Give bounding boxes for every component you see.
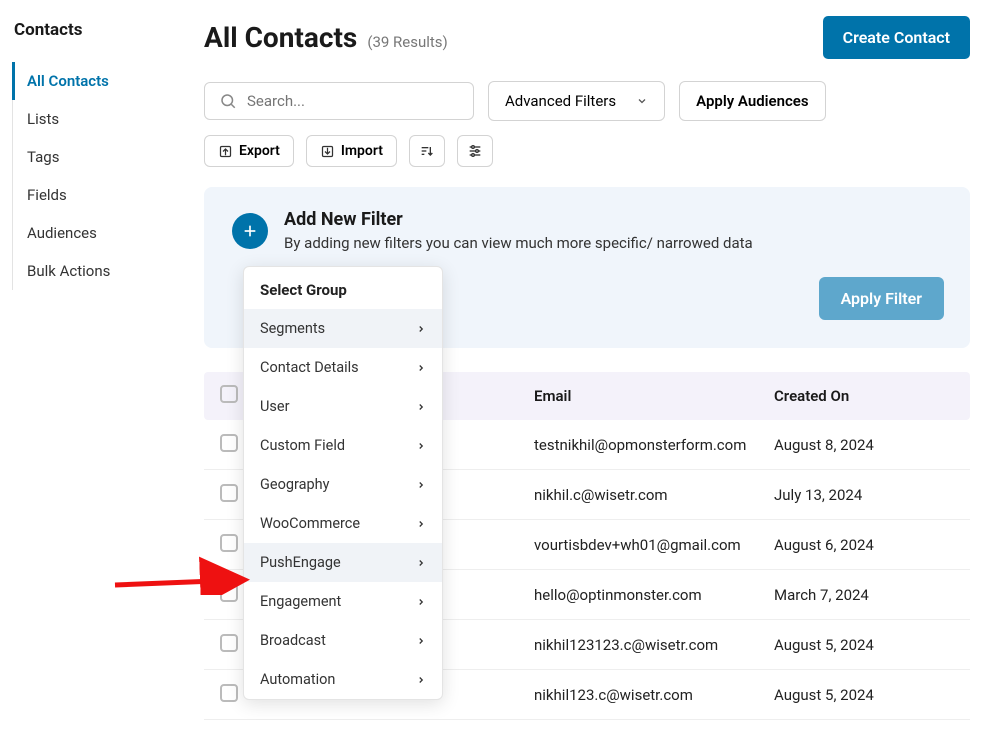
cell-created: August 5, 2024 — [774, 636, 954, 654]
export-icon — [218, 144, 233, 159]
filter-description: By adding new filters you can view much … — [284, 234, 753, 252]
row-checkbox[interactable] — [220, 684, 238, 702]
plus-icon — [242, 223, 258, 239]
dropdown-item-engagement[interactable]: Engagement — [244, 582, 442, 621]
sidebar-item-lists[interactable]: Lists — [13, 100, 180, 138]
row-checkbox[interactable] — [220, 584, 238, 602]
dropdown-item-contact-details[interactable]: Contact Details — [244, 348, 442, 387]
dropdown-item-label: Geography — [260, 476, 329, 493]
results-count: (39 Results) — [367, 33, 447, 51]
dropdown-item-pushengage[interactable]: PushEngage — [244, 543, 442, 582]
dropdown-item-label: PushEngage — [260, 554, 341, 571]
cell-created: August 6, 2024 — [774, 536, 954, 554]
dropdown-item-label: User — [260, 398, 290, 415]
import-button[interactable]: Import — [306, 135, 397, 167]
row-checkbox[interactable] — [220, 534, 238, 552]
create-contact-button[interactable]: Create Contact — [823, 16, 970, 59]
chevron-right-icon — [416, 480, 426, 490]
chevron-right-icon — [416, 324, 426, 334]
sort-icon — [419, 143, 435, 159]
cell-created: August 5, 2024 — [774, 686, 954, 704]
dropdown-item-user[interactable]: User — [244, 387, 442, 426]
chevron-right-icon — [416, 675, 426, 685]
select-group-dropdown: Select Group Segments Contact Details User… — [243, 266, 443, 700]
dropdown-item-woocommerce[interactable]: WooCommerce — [244, 504, 442, 543]
dropdown-item-segments[interactable]: Segments — [244, 309, 442, 348]
import-icon — [320, 144, 335, 159]
add-filter-button[interactable] — [232, 213, 268, 249]
chevron-right-icon — [416, 636, 426, 646]
apply-filter-button[interactable]: Apply Filter — [819, 277, 944, 320]
cell-email: hello@optinmonster.com — [534, 586, 774, 604]
dropdown-item-custom-field[interactable]: Custom Field — [244, 426, 442, 465]
apply-audiences-button[interactable]: Apply Audiences — [679, 81, 825, 121]
sidebar-item-all-contacts[interactable]: All Contacts — [12, 62, 180, 100]
row-checkbox[interactable] — [220, 634, 238, 652]
sidebar: Contacts All ContactsListsTagsFieldsAudi… — [0, 0, 180, 720]
chevron-right-icon — [416, 558, 426, 568]
chevron-right-icon — [416, 441, 426, 451]
search-box[interactable] — [204, 82, 474, 120]
cell-email: nikhil.c@wisetr.com — [534, 486, 774, 504]
row-checkbox[interactable] — [220, 434, 238, 452]
cell-email: vourtisbdev+wh01@gmail.com — [534, 536, 774, 554]
page-title: All Contacts — [204, 21, 357, 54]
dropdown-item-label: Custom Field — [260, 437, 345, 454]
search-icon — [219, 92, 237, 110]
dropdown-list: Segments Contact Details User Custom Field G… — [244, 309, 442, 699]
cell-email: nikhil123.c@wisetr.com — [534, 686, 774, 704]
select-all-checkbox[interactable] — [220, 385, 238, 403]
import-label: Import — [341, 143, 383, 159]
chevron-right-icon — [416, 363, 426, 373]
sliders-icon — [467, 143, 483, 159]
cell-created: August 8, 2024 — [774, 436, 954, 454]
cell-created: July 13, 2024 — [774, 486, 954, 504]
dropdown-item-label: Segments — [260, 320, 325, 337]
dropdown-header: Select Group — [244, 267, 442, 309]
dropdown-item-broadcast[interactable]: Broadcast — [244, 621, 442, 660]
dropdown-item-label: WooCommerce — [260, 515, 360, 532]
cell-email: testnikhil@opmonsterform.com — [534, 436, 774, 454]
advanced-filters-dropdown[interactable]: Advanced Filters — [488, 81, 665, 121]
sort-button[interactable] — [409, 135, 445, 167]
dropdown-item-automation[interactable]: Automation — [244, 660, 442, 699]
chevron-right-icon — [416, 597, 426, 607]
dropdown-item-label: Engagement — [260, 593, 341, 610]
row-checkbox[interactable] — [220, 484, 238, 502]
cell-created: March 7, 2024 — [774, 586, 954, 604]
advanced-filters-label: Advanced Filters — [505, 92, 616, 110]
export-label: Export — [239, 143, 280, 159]
cell-email: nikhil123123.c@wisetr.com — [534, 636, 774, 654]
sidebar-item-tags[interactable]: Tags — [13, 138, 180, 176]
sidebar-title: Contacts — [12, 20, 180, 40]
filter-settings-button[interactable] — [457, 135, 493, 167]
filter-title: Add New Filter — [284, 209, 753, 230]
dropdown-item-label: Contact Details — [260, 359, 359, 376]
dropdown-item-label: Automation — [260, 671, 335, 688]
chevron-right-icon — [416, 519, 426, 529]
sidebar-nav: All ContactsListsTagsFieldsAudiencesBulk… — [12, 62, 180, 290]
search-input[interactable] — [247, 92, 459, 110]
column-email[interactable]: Email — [534, 387, 774, 405]
export-button[interactable]: Export — [204, 135, 294, 167]
sidebar-item-fields[interactable]: Fields — [13, 176, 180, 214]
column-created[interactable]: Created On — [774, 387, 954, 405]
chevron-down-icon — [636, 95, 648, 107]
sidebar-item-audiences[interactable]: Audiences — [13, 214, 180, 252]
sidebar-item-bulk-actions[interactable]: Bulk Actions — [13, 252, 180, 290]
dropdown-item-geography[interactable]: Geography — [244, 465, 442, 504]
dropdown-item-label: Broadcast — [260, 632, 326, 649]
chevron-right-icon — [416, 402, 426, 412]
